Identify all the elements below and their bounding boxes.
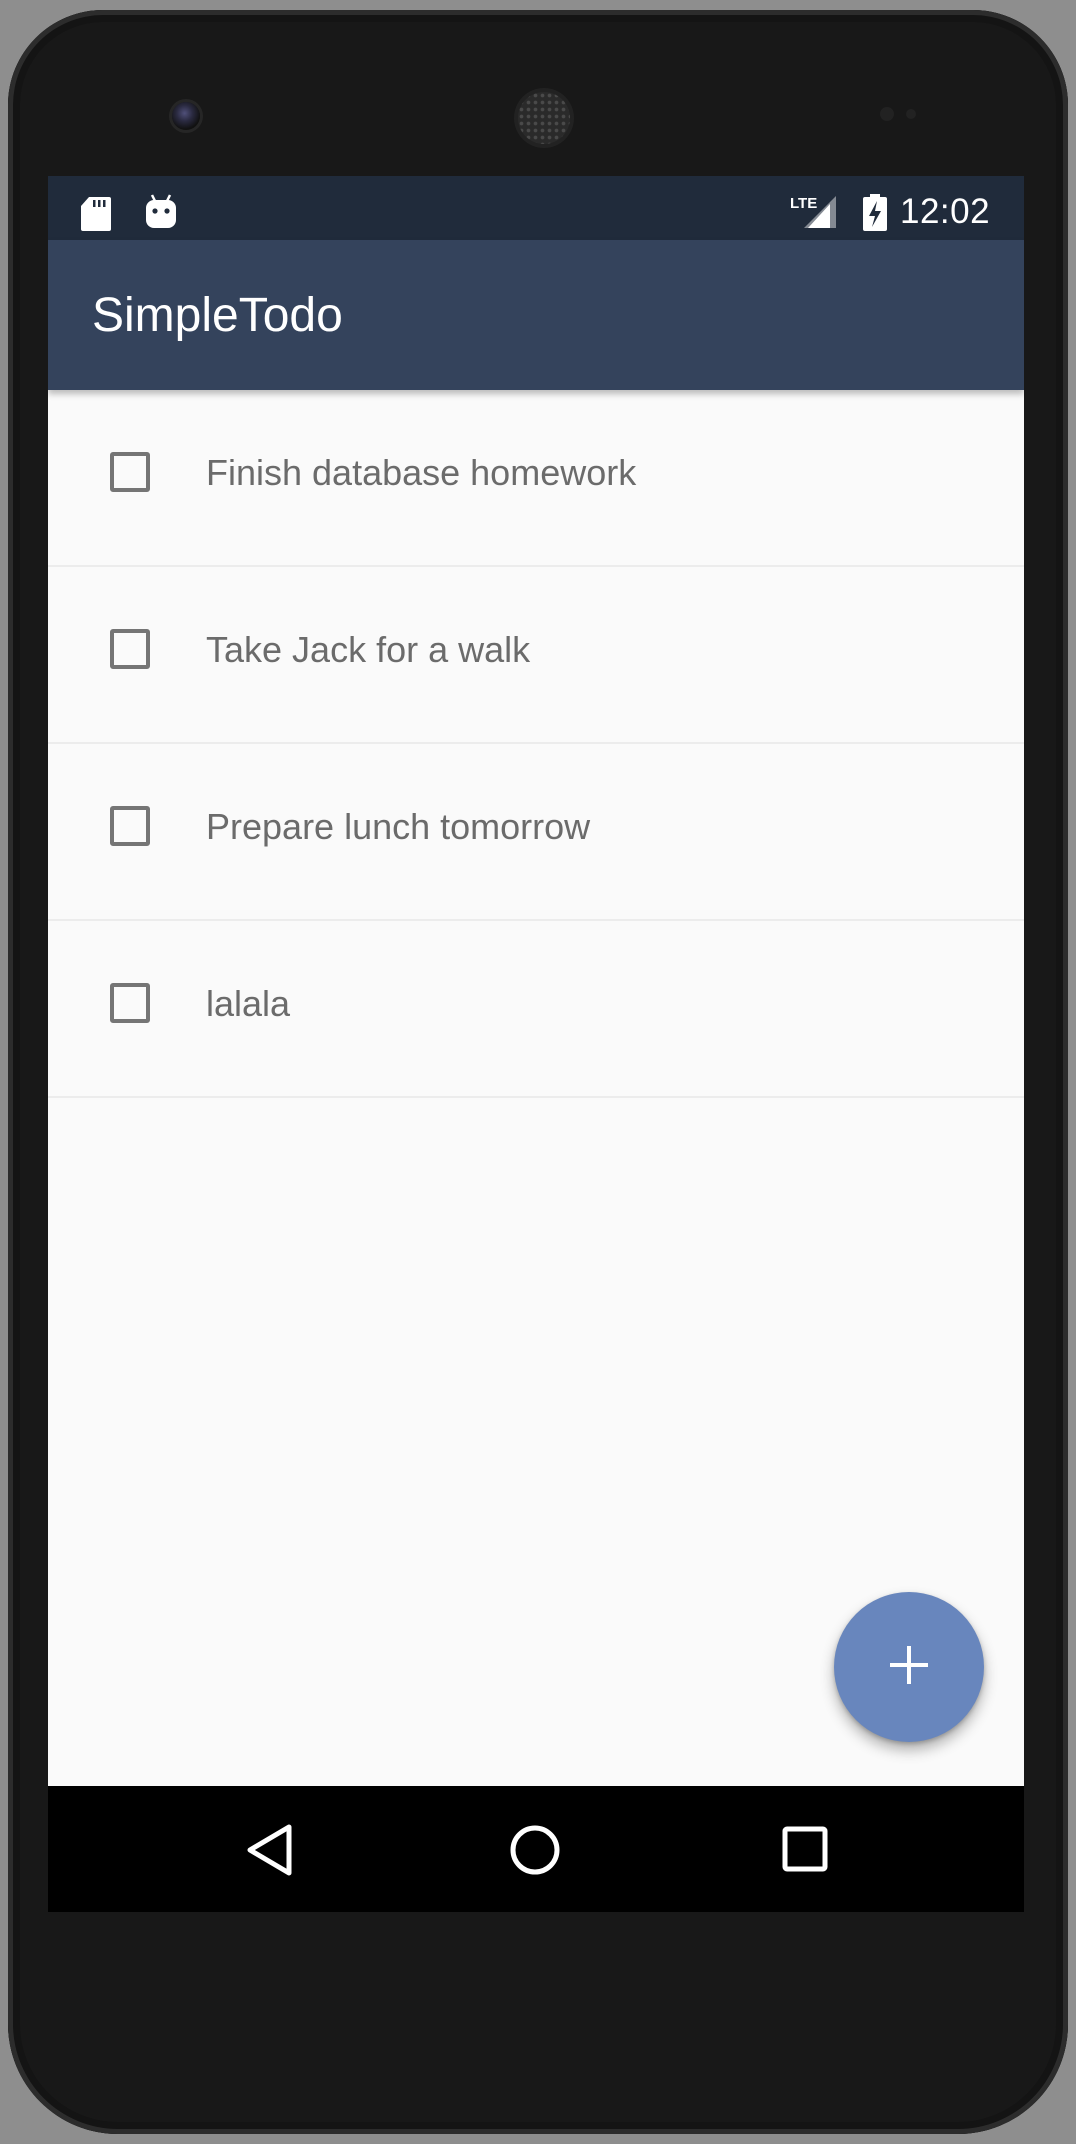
- lte-signal-icon: LTE: [790, 194, 840, 235]
- lte-label: LTE: [790, 195, 817, 212]
- back-icon[interactable]: [244, 1823, 296, 1882]
- battery-charging-icon: [862, 194, 888, 237]
- todo-item[interactable]: Prepare lunch tomorrow: [48, 744, 1024, 921]
- todo-label[interactable]: lalala: [206, 983, 290, 1025]
- status-clock: 12:02: [900, 192, 991, 231]
- todo-checkbox[interactable]: [110, 452, 150, 492]
- navigation-bar: [48, 1786, 1024, 1912]
- recents-icon[interactable]: [780, 1823, 830, 1882]
- app-bar: SimpleTodo: [48, 240, 1024, 390]
- front-camera: [172, 102, 200, 130]
- sd-card-icon: [80, 196, 112, 237]
- add-todo-button[interactable]: [834, 1592, 984, 1742]
- todo-item[interactable]: Take Jack for a walk: [48, 567, 1024, 744]
- light-sensor: [906, 109, 916, 119]
- todo-label[interactable]: Take Jack for a walk: [206, 629, 530, 671]
- todo-label[interactable]: Prepare lunch tomorrow: [206, 806, 590, 848]
- todo-checkbox[interactable]: [110, 806, 150, 846]
- todo-item[interactable]: Finish database homework: [48, 390, 1024, 567]
- todo-label[interactable]: Finish database homework: [206, 452, 636, 494]
- todo-checkbox[interactable]: [110, 629, 150, 669]
- app-title: SimpleTodo: [92, 289, 343, 342]
- android-debug-icon: [144, 194, 178, 235]
- screen: LTE 12:02 SimpleTodo Finish database hom…: [48, 176, 1024, 1912]
- todo-item[interactable]: lalala: [48, 921, 1024, 1098]
- todo-list: Finish database homework Take Jack for a…: [48, 390, 1024, 1098]
- earpiece-speaker: [518, 92, 570, 144]
- plus-icon: [886, 1642, 932, 1693]
- status-bar: LTE 12:02: [48, 176, 1024, 240]
- phone-device-frame: LTE 12:02 SimpleTodo Finish database hom…: [8, 10, 1068, 2134]
- todo-checkbox[interactable]: [110, 983, 150, 1023]
- home-icon[interactable]: [508, 1823, 562, 1882]
- proximity-sensor: [880, 107, 894, 121]
